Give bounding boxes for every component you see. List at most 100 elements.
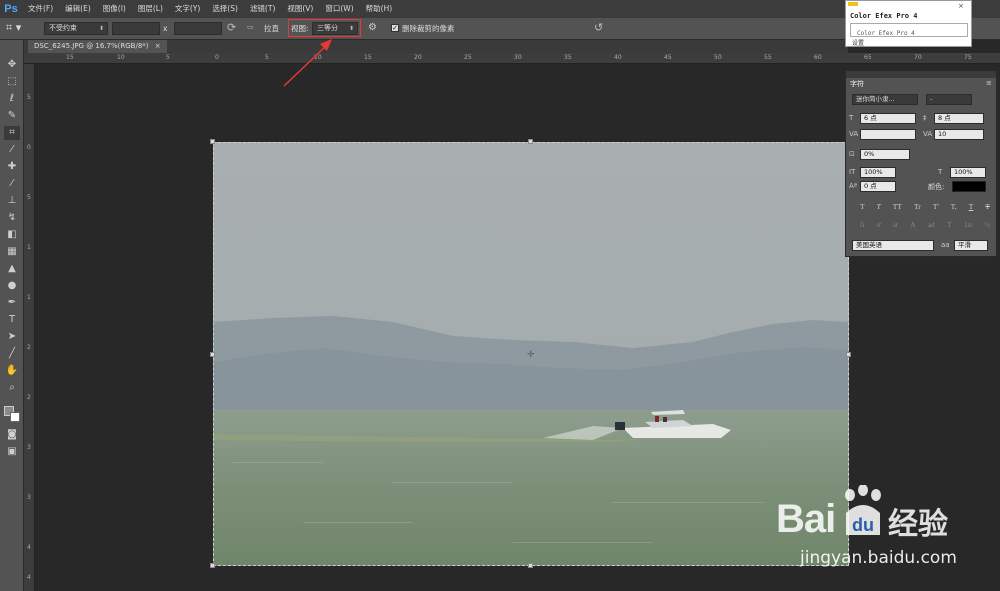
ruler-label: 1 (27, 294, 31, 301)
hand-tool-icon[interactable]: ✋ (4, 364, 20, 378)
small-caps-button[interactable]: Tr (914, 202, 921, 211)
kerning-input[interactable] (860, 129, 916, 140)
view-overlay-select[interactable]: 三等分 ⬍ (312, 22, 358, 35)
panel-header[interactable] (846, 71, 996, 78)
ligature-button[interactable]: fi (860, 221, 864, 229)
document-image[interactable]: ✛ (213, 142, 849, 566)
line-tool-icon[interactable]: ╱ (4, 347, 20, 361)
menu-file[interactable]: 文件(F) (22, 0, 59, 18)
tab-character[interactable]: 字符 (848, 79, 872, 89)
height-input[interactable] (174, 22, 222, 35)
crop-tool-preset-icon[interactable]: ⌗ ▾ (6, 21, 34, 36)
background-color-swatch[interactable] (10, 412, 20, 422)
settings-link[interactable]: 设置 (852, 38, 864, 47)
gradient-tool-icon[interactable]: ▦ (4, 245, 20, 259)
all-caps-button[interactable]: TT (893, 202, 902, 211)
font-style-select[interactable]: - (926, 94, 972, 105)
subscript-button[interactable]: T, (951, 202, 957, 211)
lasso-tool-icon[interactable]: ℓ (4, 92, 20, 106)
crop-handle-bottom-left[interactable] (210, 563, 215, 568)
quick-select-tool-icon[interactable]: ✎ (4, 109, 20, 123)
dodge-tool-icon[interactable]: ● (4, 279, 20, 293)
crop-handle-top[interactable] (528, 139, 533, 144)
crop-handle-bottom[interactable] (528, 563, 533, 568)
healing-brush-tool-icon[interactable]: ✚ (4, 160, 20, 174)
swash-button[interactable]: A (910, 221, 915, 229)
eraser-tool-icon[interactable]: ◧ (4, 228, 20, 242)
crop-handle-top-left[interactable] (210, 139, 215, 144)
discretionary-ligature-button[interactable]: st (893, 221, 898, 229)
view-overlay-value: 三等分 (317, 24, 338, 32)
panel-menu-icon[interactable]: ≡ (986, 79, 992, 87)
leading-input[interactable]: 8 点 (934, 113, 984, 124)
width-input[interactable] (112, 22, 160, 35)
ratio-preset-value: 不受约束 (49, 24, 77, 32)
font-family-select[interactable]: 迷你简小隶... (852, 94, 918, 105)
text-color-swatch[interactable] (952, 181, 986, 192)
zoom-tool-icon[interactable]: ⌕ (4, 381, 20, 395)
menu-edit[interactable]: 编辑(E) (59, 0, 97, 18)
underline-button[interactable]: T (969, 202, 974, 211)
scale-input[interactable]: 0% (860, 149, 910, 160)
menu-view[interactable]: 视图(V) (281, 0, 319, 18)
screen-mode-icon[interactable]: ▣ (4, 445, 20, 459)
eyedropper-tool-icon[interactable]: ⁄ (4, 143, 20, 157)
history-brush-tool-icon[interactable]: ↯ (4, 211, 20, 225)
font-style-value: - (930, 95, 933, 103)
menu-layer[interactable]: 图层(L) (132, 0, 169, 18)
straighten-icon[interactable]: ▭ (247, 23, 254, 31)
color-efex-list[interactable]: Color Efex Pro 4 (850, 23, 968, 37)
ordinals-button[interactable]: 1st (964, 221, 972, 229)
color-label: 颜色: (928, 183, 945, 191)
gear-icon[interactable]: ⚙ (368, 22, 377, 33)
swap-icon[interactable]: ⟳ (227, 21, 236, 34)
faux-bold-button[interactable]: T (860, 202, 865, 211)
panel-grip[interactable] (848, 2, 858, 6)
antialias-select[interactable]: 平滑 (954, 240, 988, 251)
crop-handle-right[interactable] (846, 352, 851, 357)
menu-select[interactable]: 选择(S) (206, 0, 244, 18)
chevron-down-icon: ⬍ (98, 25, 104, 32)
stylistic-alternates-button[interactable]: ad (928, 221, 935, 229)
faux-italic-button[interactable]: T (877, 202, 881, 211)
tools-panel: ✥ ⬚ ℓ ✎ ⌗ ⁄ ✚ ⁄ ⊥ ↯ ◧ ▦ ▲ ● ✒ T ➤ ╱ ✋ ⌕ … (0, 40, 24, 591)
straighten-label[interactable]: 拉直 (264, 23, 279, 35)
menu-image[interactable]: 图像(I) (97, 0, 132, 18)
vertical-scale-input[interactable]: 100% (860, 167, 896, 178)
crop-handle-left[interactable] (210, 352, 215, 357)
ruler-label: 45 (664, 54, 672, 61)
quick-mask-icon[interactable]: ◙ (4, 428, 20, 442)
delete-pixels-checkbox[interactable]: ✓ (391, 24, 399, 32)
blur-tool-icon[interactable]: ▲ (4, 262, 20, 276)
horizontal-scale-input[interactable]: 100% (950, 167, 986, 178)
menu-window[interactable]: 窗口(W) (319, 0, 359, 18)
color-efex-panel: × Color Efex Pro 4 Color Efex Pro 4 设置 (845, 0, 972, 47)
ratio-preset-select[interactable]: 不受约束 ⬍ (44, 22, 108, 35)
close-icon[interactable]: × (958, 2, 964, 10)
menu-help[interactable]: 帮助(H) (360, 0, 399, 18)
strikethrough-button[interactable]: T (985, 202, 990, 211)
menu-type[interactable]: 文字(Y) (169, 0, 206, 18)
move-tool-icon[interactable]: ✥ (4, 58, 20, 72)
titling-button[interactable]: T (947, 221, 951, 229)
reset-icon[interactable]: ↺ (594, 21, 603, 34)
superscript-button[interactable]: T' (933, 202, 939, 211)
menu-filter[interactable]: 滤镜(T) (244, 0, 281, 18)
crop-center-icon: ✛ (527, 350, 535, 360)
ruler-label: 65 (864, 54, 872, 61)
fractions-button[interactable]: ½ (985, 221, 990, 229)
old-style-button[interactable]: ơ (877, 221, 881, 229)
clone-stamp-tool-icon[interactable]: ⊥ (4, 194, 20, 208)
path-select-tool-icon[interactable]: ➤ (4, 330, 20, 344)
tracking-input[interactable]: 10 (934, 129, 984, 140)
type-tool-icon[interactable]: T (4, 313, 20, 327)
pen-tool-icon[interactable]: ✒ (4, 296, 20, 310)
language-select[interactable]: 美国英语 (852, 240, 934, 251)
crop-tool-icon[interactable]: ⌗ (4, 126, 20, 140)
font-size-input[interactable]: 6 点 (860, 113, 916, 124)
document-tab[interactable]: DSC_6245.JPG @ 16.7%(RGB/8*) × (28, 40, 167, 53)
close-icon[interactable]: × (155, 42, 161, 50)
brush-tool-icon[interactable]: ⁄ (4, 177, 20, 191)
marquee-tool-icon[interactable]: ⬚ (4, 75, 20, 89)
baseline-shift-input[interactable]: 0 点 (860, 181, 896, 192)
